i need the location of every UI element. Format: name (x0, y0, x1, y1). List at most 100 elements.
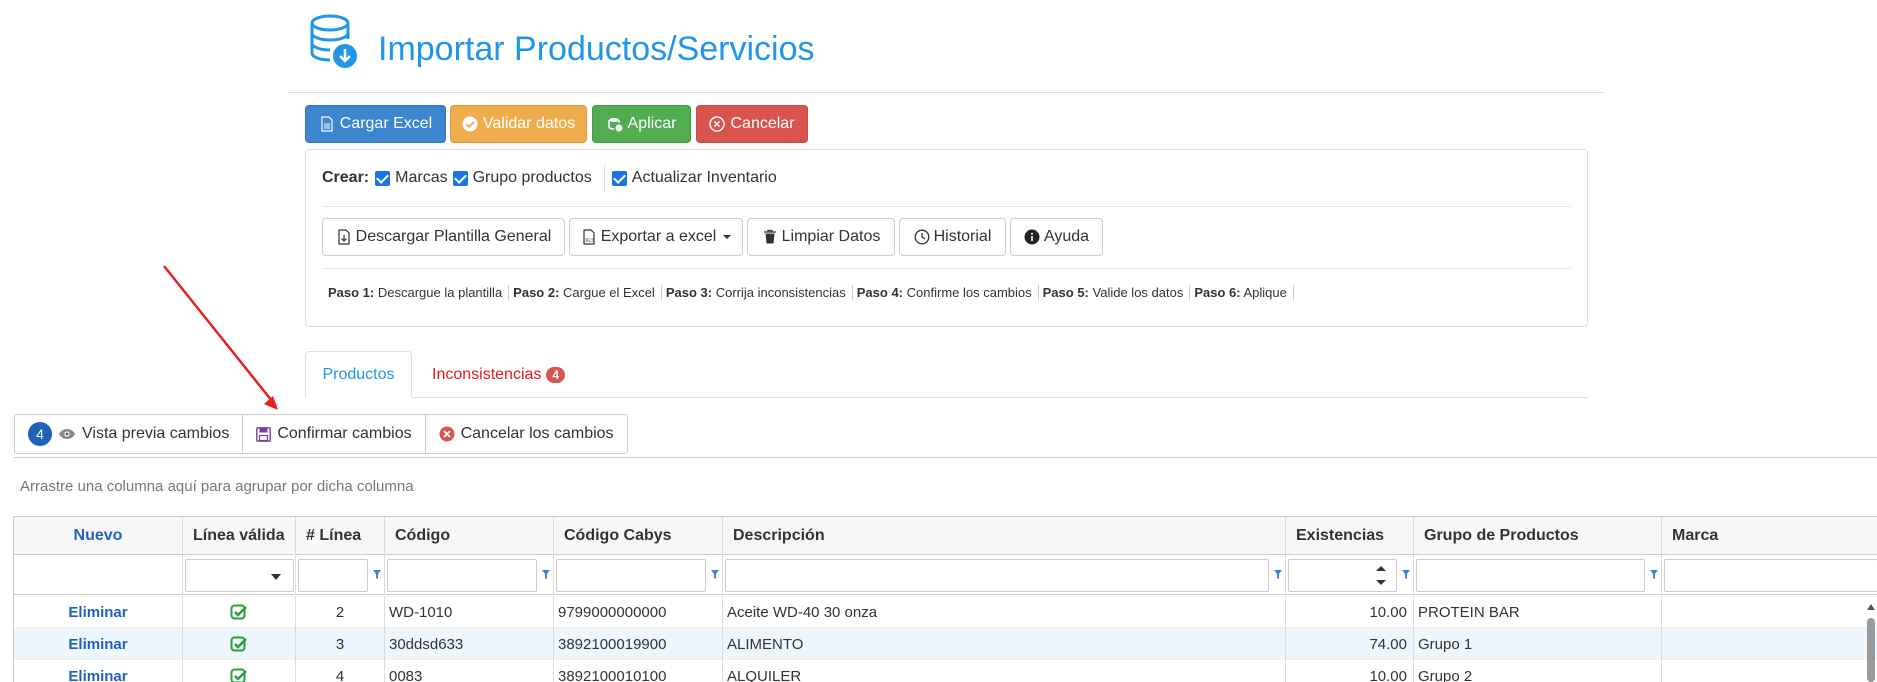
validar-datos-label: Validar datos (482, 115, 576, 132)
file-excel-icon (321, 116, 333, 132)
marca-cell (1662, 628, 1877, 660)
filter-icon[interactable] (541, 569, 551, 581)
filter-icon[interactable] (372, 569, 382, 581)
check-square-icon (230, 604, 247, 620)
historial-label: Historial (933, 228, 992, 245)
filter-icon[interactable] (1401, 569, 1411, 581)
spin-down-icon[interactable] (1376, 580, 1386, 585)
exportar-excel-dropdown[interactable]: XLS Exportar a excel (569, 218, 743, 256)
descripcion-cell: ALIMENTO (723, 628, 1286, 660)
descripcion-cell: Aceite WD-40 30 onza (723, 596, 1286, 628)
eye-icon (59, 429, 75, 439)
column-header-linea-valida[interactable]: Línea válida (183, 517, 296, 555)
checkbox-grupo-productos[interactable]: Grupo productos (452, 169, 592, 187)
column-header-descripcion[interactable]: Descripción (723, 517, 1286, 555)
file-excel-icon: XLS (583, 229, 595, 245)
check-square-icon (230, 668, 247, 682)
column-header-num-linea[interactable]: # Línea (296, 517, 385, 555)
checkbox-label: Actualizar Inventario (631, 169, 777, 186)
confirmar-cambios-label: Confirmar cambios (277, 425, 412, 442)
cargar-excel-button[interactable]: Cargar Excel (305, 105, 446, 143)
step-label: Paso 1: (328, 285, 375, 300)
table-row[interactable]: Eliminar 4 0083 3892100010100 ALQUILER 1… (14, 660, 1877, 682)
divider (14, 457, 1877, 458)
ayuda-button[interactable]: Ayuda (1010, 218, 1103, 256)
filter-cabys-input[interactable] (556, 559, 706, 592)
crear-options: Crear: Marcas Grupo productos Actualizar… (322, 165, 782, 191)
checkbox-icon[interactable] (452, 170, 468, 186)
table-row[interactable]: Eliminar 2 WD-1010 9799000000000 Aceite … (14, 596, 1877, 628)
existencias-cell: 74.00 (1286, 628, 1414, 660)
filter-grupo-input[interactable] (1416, 559, 1645, 592)
checkbox-icon[interactable] (375, 170, 391, 186)
vista-previa-cambios-button[interactable]: 4 Vista previa cambios (15, 415, 244, 453)
cancelar-cambios-button[interactable]: Cancelar los cambios (426, 415, 627, 453)
filter-codigo-input[interactable] (387, 559, 537, 592)
filter-linea-valida-select[interactable] (185, 559, 294, 592)
limpiar-datos-button[interactable]: Limpiar Datos (747, 218, 895, 256)
filter-icon[interactable] (1649, 569, 1659, 581)
vista-previa-label: Vista previa cambios (82, 425, 230, 442)
linea-cell: 2 (296, 596, 385, 628)
step-text: Aplique (1243, 285, 1287, 300)
step-item: Paso 1: Descargue la plantilla (324, 285, 510, 300)
filter-icon[interactable] (1273, 569, 1283, 581)
eliminar-link[interactable]: Eliminar (14, 628, 183, 660)
step-label: Paso 3: (665, 285, 713, 300)
codigo-cell: 30ddsd633 (385, 628, 554, 660)
cancelar-button[interactable]: Cancelar (696, 105, 808, 143)
step-text: Valide los datos (1092, 285, 1184, 300)
filter-cell (1662, 555, 1877, 595)
checkbox-actualizar-inventario[interactable]: Actualizar Inventario (611, 169, 777, 187)
column-header-codigo[interactable]: Código (385, 517, 554, 555)
column-header-nuevo[interactable]: Nuevo (14, 517, 183, 555)
divider (322, 206, 1571, 207)
spin-up-icon[interactable] (1376, 566, 1386, 571)
grupo-cell: PROTEIN BAR (1414, 596, 1662, 628)
close-circle-icon (709, 116, 726, 132)
table-row[interactable]: Eliminar 3 30ddsd633 3892100019900 ALIME… (14, 628, 1877, 660)
descripcion-cell: ALQUILER (723, 660, 1286, 682)
step-text: Descargue la plantilla (377, 285, 503, 300)
eliminar-link[interactable]: Eliminar (14, 660, 183, 682)
annotation-arrow (163, 265, 278, 410)
filter-icon[interactable] (710, 569, 720, 581)
filter-cell (1286, 555, 1414, 595)
grid-toolbar: 4 Vista previa cambios Confirmar cambios… (14, 414, 628, 454)
filter-marca-input[interactable] (1664, 559, 1877, 592)
marca-cell (1662, 660, 1877, 682)
cancel-circle-icon (439, 426, 455, 442)
confirmar-cambios-button[interactable]: Confirmar cambios (243, 415, 426, 453)
column-header-codigo-cabys[interactable]: Código Cabys (554, 517, 723, 555)
filter-cell (14, 555, 183, 595)
steps-list: Paso 1: Descargue la plantilla Paso 2: C… (324, 285, 1294, 300)
filter-cell (183, 555, 296, 595)
changes-count-badge: 4 (28, 422, 52, 446)
cancelar-label: Cancelar (730, 115, 795, 132)
filter-existencias-spinner[interactable] (1288, 559, 1397, 592)
checkbox-label: Grupo productos (472, 169, 592, 186)
valid-check-cell (183, 596, 296, 628)
existencias-cell: 10.00 (1286, 660, 1414, 682)
tab-inconsistencias[interactable]: Inconsistencias 4 (424, 351, 566, 398)
inconsistencias-count-badge: 4 (546, 366, 566, 383)
filter-num-linea-input[interactable] (298, 559, 368, 592)
historial-button[interactable]: Historial (899, 218, 1006, 256)
aplicar-button[interactable]: Aplicar (592, 105, 691, 143)
cabys-cell: 3892100010100 (554, 660, 723, 682)
group-by-panel[interactable]: Arrastre una columna aquí para agrupar p… (20, 478, 414, 495)
descargar-plantilla-button[interactable]: Descargar Plantilla General (322, 218, 565, 256)
column-header-existencias[interactable]: Existencias (1286, 517, 1414, 555)
validar-datos-button[interactable]: Validar datos (450, 105, 587, 143)
eliminar-link[interactable]: Eliminar (14, 596, 183, 628)
step-item: Paso 2: Cargue el Excel (509, 285, 662, 300)
grupo-cell: Grupo 1 (1414, 628, 1662, 660)
column-header-marca[interactable]: Marca (1662, 517, 1877, 555)
tab-productos[interactable]: Productos (305, 351, 412, 398)
step-text: Cargue el Excel (563, 285, 655, 300)
checkbox-marcas[interactable]: Marcas (375, 169, 448, 187)
vertical-scrollbar[interactable] (1865, 600, 1877, 682)
checkbox-icon[interactable] (611, 170, 627, 186)
filter-descripcion-input[interactable] (725, 559, 1269, 592)
column-header-grupo-productos[interactable]: Grupo de Productos (1414, 517, 1662, 555)
